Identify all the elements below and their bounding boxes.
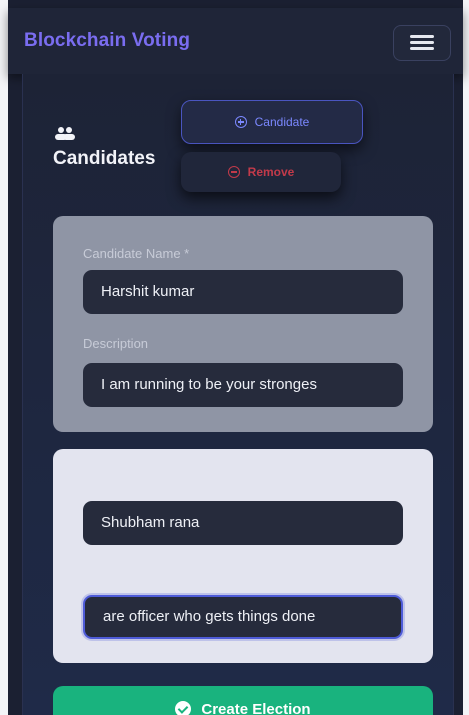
- left-edge: [0, 0, 8, 715]
- right-edge: [463, 0, 469, 715]
- description-input[interactable]: are officer who gets things done: [83, 595, 403, 639]
- add-candidate-button[interactable]: Candidate: [181, 100, 363, 144]
- description-label: Description: [83, 336, 149, 351]
- navbar: Blockchain Voting: [8, 8, 463, 74]
- hamburger-menu-icon: [410, 41, 434, 44]
- add-candidate-label: Candidate: [254, 115, 310, 129]
- remove-candidate-label: Remove: [247, 165, 295, 179]
- plus-circle-icon: [234, 116, 247, 128]
- users-icon: [55, 127, 75, 140]
- candidate-card: Candidate Name * Harshit kumar Descripti…: [53, 216, 433, 432]
- create-election-label: Create Election: [201, 700, 311, 715]
- description-input[interactable]: I am running to be your stronges: [83, 363, 403, 407]
- remove-candidate-button[interactable]: Remove: [181, 152, 341, 192]
- candidate-name-input[interactable]: Shubham rana: [83, 501, 403, 545]
- check-circle-icon: [175, 701, 192, 715]
- hamburger-menu-icon: [410, 47, 434, 50]
- candidate-card: Shubham rana are officer who gets things…: [53, 449, 433, 663]
- candidates-heading: Candidates: [53, 148, 156, 169]
- create-election-button[interactable]: Create Election: [53, 686, 433, 715]
- minus-circle-icon: [227, 166, 240, 178]
- menu-button[interactable]: [393, 25, 451, 61]
- app-screen: Blockchain Voting Candidates Candidate R…: [0, 0, 469, 715]
- election-form-card: Candidates Candidate Remove Candidate Na…: [22, 74, 454, 715]
- hamburger-menu-icon: [410, 35, 434, 38]
- candidate-name-label: Candidate Name *: [83, 246, 190, 261]
- brand-title[interactable]: Blockchain Voting: [24, 30, 190, 52]
- candidate-name-input[interactable]: Harshit kumar: [83, 270, 403, 314]
